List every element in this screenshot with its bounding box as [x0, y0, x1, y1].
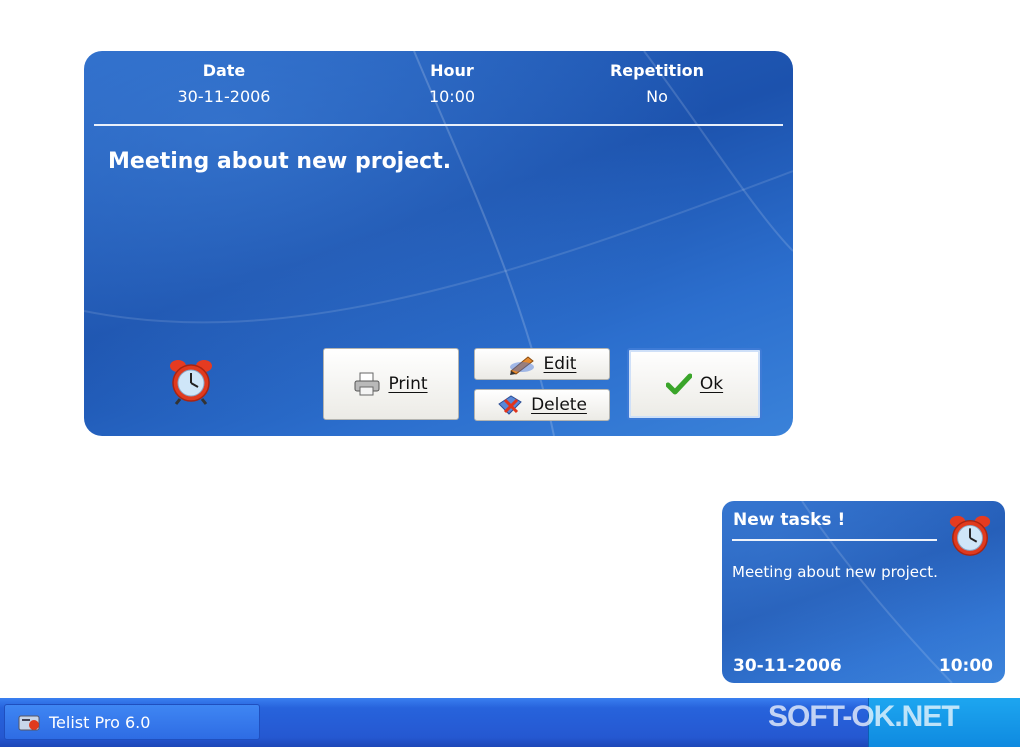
new-tasks-notification[interactable]: New tasks ! Meeting about new project. 3…	[722, 501, 1005, 683]
date-header: Date	[202, 61, 246, 80]
reminder-dialog: Date 30-11-2006 Hour 10:00 Repetition No…	[84, 51, 793, 436]
date-value: 30-11-2006	[177, 87, 271, 106]
taskbar-app-button[interactable]: Telist Pro 6.0	[4, 704, 260, 740]
delete-icon	[498, 395, 522, 415]
hour-header: Hour	[430, 61, 474, 80]
notification-time: 10:00	[938, 656, 993, 676]
checkmark-icon	[665, 373, 692, 395]
ok-button[interactable]: Ok	[627, 348, 762, 420]
notification-date: 30-11-2006	[733, 656, 842, 676]
telist-app-icon	[18, 715, 40, 731]
print-button[interactable]: Print	[323, 348, 459, 420]
notification-divider	[732, 539, 937, 541]
alarm-clock-icon	[949, 515, 991, 556]
delete-button[interactable]: Delete	[474, 389, 610, 421]
repetition-header: Repetition	[609, 61, 705, 80]
taskbar-app-label: Telist Pro 6.0	[49, 712, 151, 732]
taskbar-clock[interactable]: 15:07	[954, 12, 1003, 32]
hour-value: 10:00	[428, 87, 476, 106]
printer-icon	[354, 372, 380, 396]
repetition-value: No	[646, 87, 668, 106]
date-column: Date 30-11-2006	[124, 61, 324, 106]
pencil-icon	[509, 356, 534, 375]
repetition-column: Repetition No	[557, 61, 757, 106]
watermark: SOFT-OK.NET	[768, 700, 960, 733]
edit-button[interactable]: Edit	[474, 348, 610, 380]
header-divider	[94, 124, 783, 126]
hour-column: Hour 10:00	[352, 61, 552, 106]
print-label: Print	[388, 374, 428, 394]
delete-label: Delete	[531, 395, 587, 415]
language-indicator[interactable]: RT	[812, 12, 831, 30]
notification-message: Meeting about new project.	[732, 563, 938, 581]
edit-label: Edit	[543, 354, 577, 374]
alarm-clock-icon	[170, 360, 212, 405]
ok-label: Ok	[699, 374, 724, 394]
reminder-message: Meeting about new project.	[108, 149, 452, 174]
notification-title: New tasks !	[733, 510, 846, 530]
